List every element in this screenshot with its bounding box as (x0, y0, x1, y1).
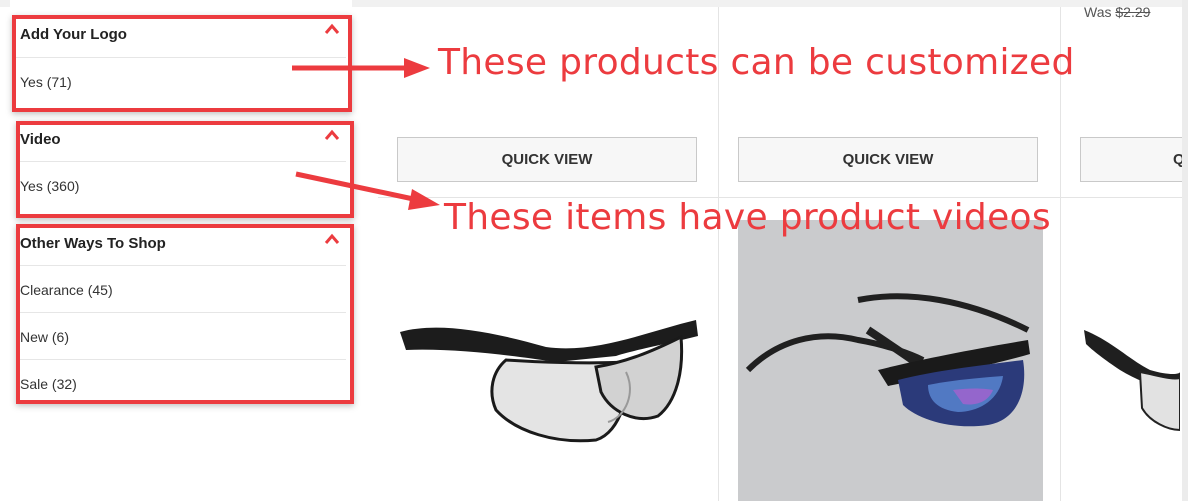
arrow-line-videos (295, 171, 419, 203)
annotation-customized: These products can be customized (438, 42, 1075, 83)
annotation-videos: These items have product videos (444, 197, 1051, 238)
arrow-head-icon (404, 58, 430, 78)
arrow-head-icon (408, 189, 440, 210)
